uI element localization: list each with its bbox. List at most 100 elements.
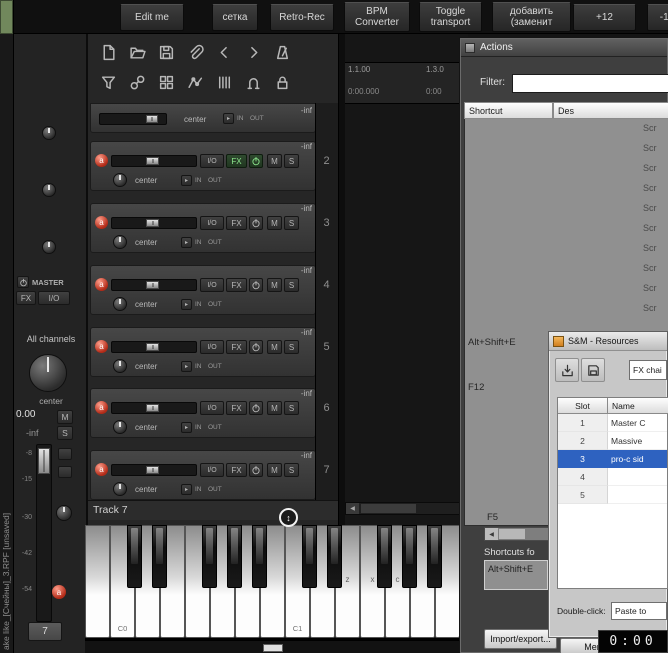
assigned-shortcuts-listbox[interactable]: Alt+Shift+E <box>484 560 548 590</box>
track-number[interactable]: 6 <box>315 402 338 414</box>
master-routing-button[interactable] <box>58 448 72 460</box>
action-shortcut-cell[interactable]: F12 <box>468 382 484 393</box>
track-badge[interactable]: a <box>95 463 108 476</box>
action-description-cell[interactable]: Scr <box>643 303 657 313</box>
resource-slot-cell[interactable]: 5 <box>558 486 608 504</box>
master-automation-badge[interactable]: a <box>52 585 66 599</box>
track-in-label[interactable]: IN <box>195 424 202 431</box>
master-volume-fader[interactable] <box>36 444 52 622</box>
action-description-cell[interactable]: Scr <box>643 163 657 173</box>
redo-button[interactable] <box>241 40 266 65</box>
toolbar-button-add-replace[interactable]: добавить (заменит <box>492 2 571 32</box>
toolbar-button-plus12[interactable]: +12 <box>573 4 636 31</box>
piano-black-key[interactable] <box>127 525 142 588</box>
track-mute-button[interactable]: M <box>267 154 282 168</box>
new-project-button[interactable] <box>96 40 121 65</box>
assigned-shortcut-item[interactable]: Alt+Shift+E <box>488 564 533 574</box>
track-io-button[interactable]: I/O <box>200 401 224 415</box>
track-out-label[interactable]: OUT <box>208 177 222 184</box>
fader-handle[interactable] <box>146 343 159 351</box>
action-shortcut-cell[interactable]: Alt+Shift+E <box>468 337 516 348</box>
grid-toggle-button[interactable] <box>154 70 179 95</box>
track-badge[interactable]: a <box>95 278 108 291</box>
resource-name-cell[interactable]: Master C <box>608 414 667 432</box>
master-pan-knob[interactable] <box>29 354 67 392</box>
track-in-label[interactable]: IN <box>237 115 244 122</box>
track-fx-button[interactable]: FX <box>226 216 247 230</box>
track-out-label[interactable]: OUT <box>208 486 222 493</box>
open-project-button[interactable] <box>125 40 150 65</box>
track-volume-fader[interactable] <box>111 341 197 353</box>
piano-black-key[interactable] <box>327 525 342 588</box>
fader-handle[interactable] <box>146 281 159 289</box>
metronome-button[interactable] <box>270 40 295 65</box>
action-description-cell[interactable]: Scr <box>643 263 657 273</box>
track-number[interactable]: 4 <box>315 279 338 291</box>
track-fx-bypass-button[interactable] <box>249 340 263 354</box>
filter-input[interactable] <box>512 74 668 93</box>
piano-black-key[interactable] <box>302 525 317 588</box>
track-number[interactable]: 5 <box>315 341 338 353</box>
track-mute-button[interactable]: M <box>267 401 282 415</box>
save-project-button[interactable] <box>154 40 179 65</box>
track-pan-knob[interactable] <box>113 482 127 496</box>
track-volume-fader[interactable] <box>111 279 197 291</box>
hidden-track-pan-knob[interactable] <box>42 183 56 197</box>
link-mode-button[interactable] <box>125 70 150 95</box>
track-mute-button[interactable]: M <box>267 463 282 477</box>
fader-handle[interactable] <box>146 157 159 165</box>
master-fx-button[interactable]: FX <box>16 291 36 305</box>
fader-handle[interactable] <box>146 219 159 227</box>
master-width-knob[interactable] <box>56 505 72 521</box>
track-fx-bypass-button[interactable] <box>249 154 263 168</box>
resource-name-cell[interactable]: Massive <box>608 432 667 450</box>
master-solo-button[interactable]: S <box>57 426 73 440</box>
fader-handle[interactable] <box>146 466 159 474</box>
envelope-mode-button[interactable] <box>183 70 208 95</box>
action-description-cell[interactable]: Scr <box>643 203 657 213</box>
ripple-mode-button[interactable] <box>212 70 237 95</box>
piano-white-key[interactable] <box>85 525 110 638</box>
track-solo-button[interactable]: S <box>284 401 299 415</box>
actions-horizontal-scrollbar[interactable]: ◀ <box>484 527 549 541</box>
track-number[interactable]: 7 <box>315 464 338 476</box>
track-io-button[interactable]: I/O <box>200 216 224 230</box>
filter-mode-button[interactable] <box>96 70 121 95</box>
toolbar-button-edit-me[interactable]: Edit me <box>120 4 184 31</box>
horizontal-scrollbar[interactable]: ◀ <box>345 502 463 515</box>
fader-handle[interactable] <box>146 115 158 123</box>
master-mute-button[interactable]: M <box>57 410 73 424</box>
action-description-cell[interactable]: Scr <box>643 143 657 153</box>
action-description-cell[interactable]: Scr <box>643 123 657 133</box>
resources-titlebar[interactable]: S&M - Resources <box>549 332 667 351</box>
track-volume-fader[interactable] <box>111 464 197 476</box>
toolbar-button-toggle-transport[interactable]: Toggle transport <box>419 2 482 32</box>
track-solo-button[interactable]: S <box>284 340 299 354</box>
piano-black-key[interactable] <box>427 525 442 588</box>
track-out-label[interactable]: OUT <box>250 115 264 122</box>
track-solo-button[interactable]: S <box>284 278 299 292</box>
double-click-combo[interactable]: Paste to <box>611 602 667 620</box>
resource-slot-cell[interactable]: 4 <box>558 468 608 486</box>
track-badge[interactable]: a <box>95 401 108 414</box>
track-fx-bypass-button[interactable] <box>249 463 263 477</box>
track-pan-fader[interactable] <box>99 113 167 125</box>
piano-black-key[interactable] <box>377 525 392 588</box>
track-pan-knob[interactable] <box>113 359 127 373</box>
track-fx-button[interactable]: FX <box>226 154 247 168</box>
action-description-cell[interactable]: Scr <box>643 183 657 193</box>
action-shortcut-cell[interactable]: F5 <box>487 512 498 523</box>
resource-slot-cell[interactable]: 1 <box>558 414 608 432</box>
track-fx-button[interactable]: FX <box>226 340 247 354</box>
track-io-button[interactable]: I/O <box>200 154 224 168</box>
column-header-name[interactable]: Name <box>608 398 668 414</box>
resources-list[interactable]: Slot Name 1 Master C 2 Massive 3 pro-c s… <box>557 397 668 589</box>
arrange-area[interactable]: 1.1.00 1.3.0 0:00.000 0:00 ◀ <box>338 34 469 525</box>
scrollbar-handle[interactable] <box>499 529 525 539</box>
resource-slot-cell-selected[interactable]: 3 <box>558 450 608 468</box>
track-pan-knob[interactable] <box>113 235 127 249</box>
track-pan-knob[interactable] <box>113 173 127 187</box>
resources-save-button[interactable] <box>581 358 605 382</box>
track-env-arrow-button[interactable]: ▸ <box>181 484 192 495</box>
master-io-button[interactable]: I/O <box>38 291 70 305</box>
